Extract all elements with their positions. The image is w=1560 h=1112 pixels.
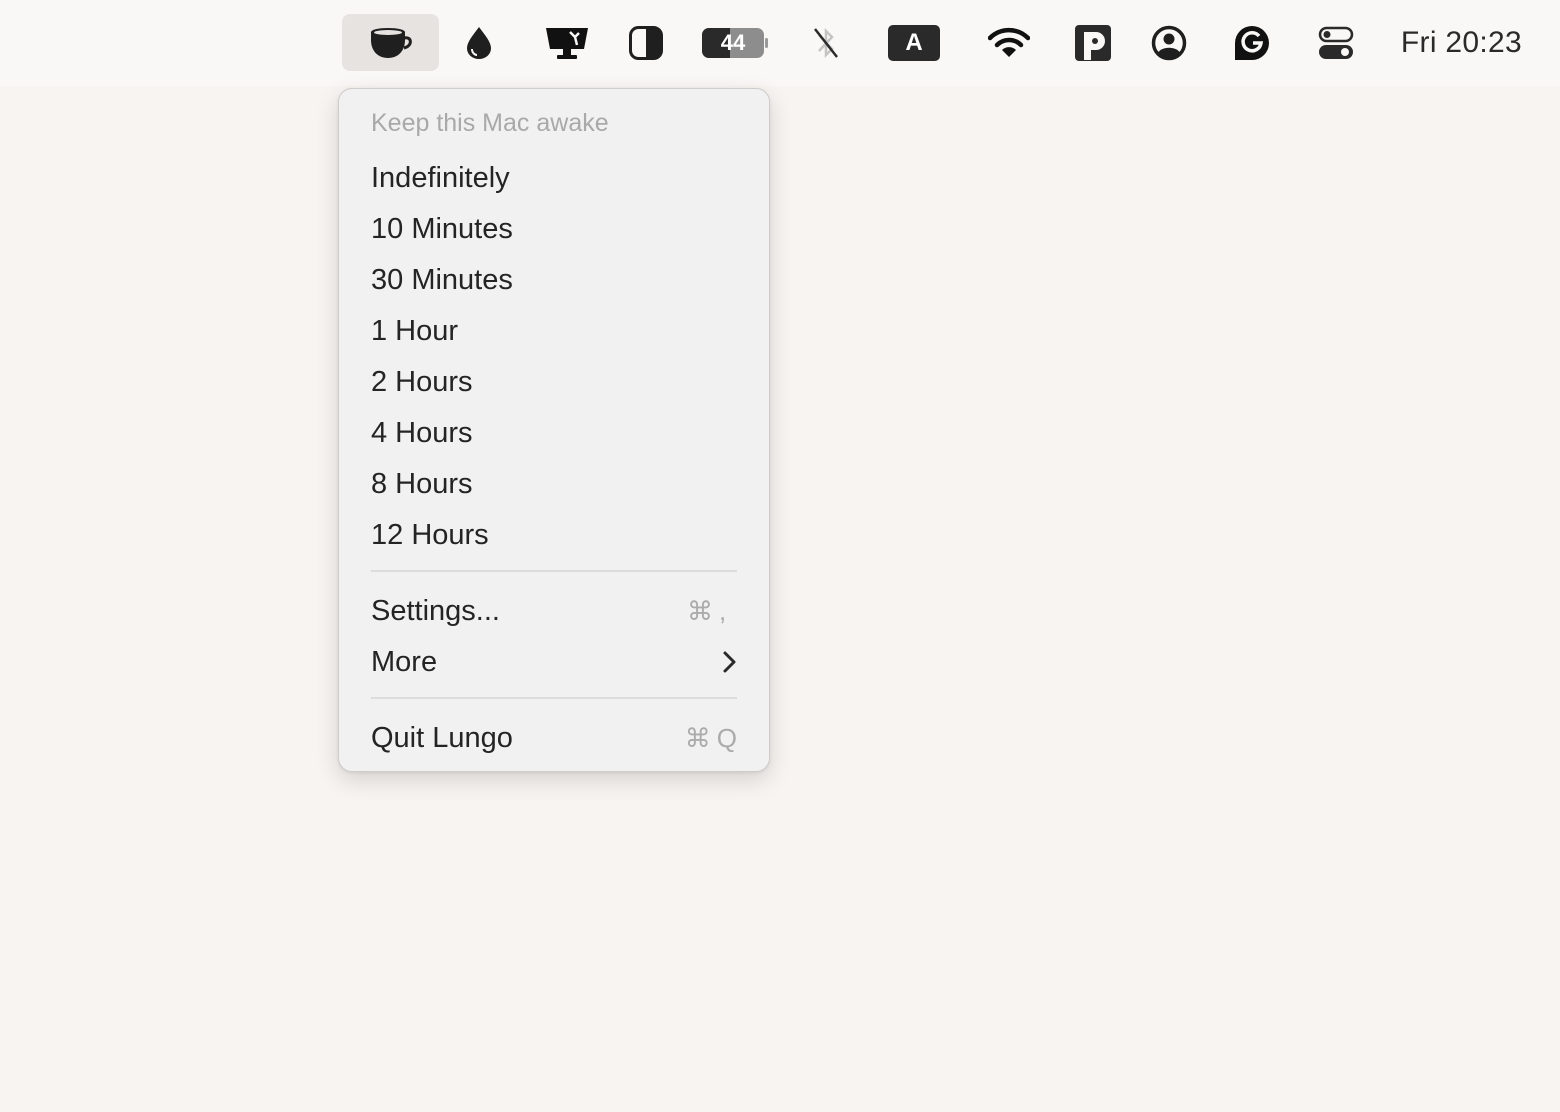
menu-item-4-hours[interactable]: 4 Hours (353, 410, 755, 456)
menu-item-label: More (371, 645, 438, 678)
menu-item-10-minutes[interactable]: 10 Minutes (353, 206, 755, 252)
input-source-letter: A (905, 28, 923, 56)
menu-item-12-hours[interactable]: 12 Hours (353, 512, 755, 558)
command-key-icon: ⌘ (687, 595, 713, 626)
user-menu-extra[interactable] (1146, 14, 1192, 71)
menu-item-label: 2 Hours (371, 365, 473, 398)
menu-item-quit[interactable]: Quit Lungo ⌘ Q (353, 715, 755, 761)
menu-section-header: Keep this Mac awake (371, 109, 609, 137)
p-app-menu-extra[interactable] (1070, 14, 1116, 71)
menu-item-30-minutes[interactable]: 30 Minutes (353, 257, 755, 303)
input-source-menu-extra[interactable]: A (884, 14, 944, 71)
coffee-cup-icon (368, 26, 414, 60)
wifi-icon (988, 27, 1030, 59)
menu-item-label: Quit Lungo (371, 721, 513, 754)
bluetooth-menu-extra[interactable] (804, 14, 848, 71)
menu-item-settings[interactable]: Settings... ⌘ , (353, 588, 755, 634)
shortcut-key: , (719, 595, 727, 626)
menu-item-label: 8 Hours (371, 467, 473, 500)
display-menu-extra[interactable] (540, 14, 594, 71)
grammarly-menu-extra[interactable] (1228, 14, 1276, 71)
user-account-icon (1151, 25, 1187, 61)
menu-item-2-hours[interactable]: 2 Hours (353, 359, 755, 405)
menu-item-label: 10 Minutes (371, 212, 513, 245)
menu-bar: 44 A Fri 20:23 (0, 0, 1560, 86)
lungo-dropdown-menu: Keep this Mac awake Indefinitely 10 Minu… (338, 88, 770, 772)
battery-menu-extra[interactable]: 44 (698, 14, 772, 71)
bluetooth-off-icon (811, 25, 841, 61)
battery-level: 44 (720, 29, 746, 55)
menu-item-label: 30 Minutes (371, 263, 513, 296)
menu-item-more[interactable]: More (353, 639, 755, 685)
contrast-icon (628, 25, 664, 61)
menu-separator (371, 697, 737, 699)
shortcut-key: Q (716, 722, 737, 753)
menu-item-1-hour[interactable]: 1 Hour (353, 308, 755, 354)
grammarly-icon (1232, 24, 1272, 62)
menu-item-8-hours[interactable]: 8 Hours (353, 461, 755, 507)
menu-separator (371, 570, 737, 572)
menu-item-label: 12 Hours (371, 518, 489, 551)
quit-shortcut: ⌘ Q (685, 723, 737, 754)
menu-item-indefinitely[interactable]: Indefinitely (353, 155, 755, 201)
menu-item-label: Settings... (371, 594, 500, 627)
input-source-icon: A (888, 24, 940, 61)
ink-drop-icon (463, 25, 495, 61)
menu-item-label: Indefinitely (371, 161, 510, 194)
p-app-icon (1074, 24, 1112, 62)
wifi-menu-extra[interactable] (984, 14, 1034, 71)
menu-bar-clock[interactable]: Fri 20:23 (1401, 14, 1522, 71)
battery-icon: 44 (700, 27, 770, 59)
chevron-right-icon (721, 650, 737, 674)
contrast-menu-extra[interactable] (622, 14, 670, 71)
lungo-menu-extra[interactable] (342, 14, 439, 71)
control-center-menu-extra[interactable] (1312, 14, 1360, 71)
menu-item-label: 4 Hours (371, 416, 473, 449)
settings-shortcut: ⌘ , (687, 596, 737, 627)
display-icon (544, 25, 590, 61)
menu-item-label: 1 Hour (371, 314, 459, 347)
command-key-icon: ⌘ (684, 722, 711, 753)
control-center-icon (1318, 26, 1354, 60)
ink-drop-menu-extra[interactable] (455, 14, 503, 71)
